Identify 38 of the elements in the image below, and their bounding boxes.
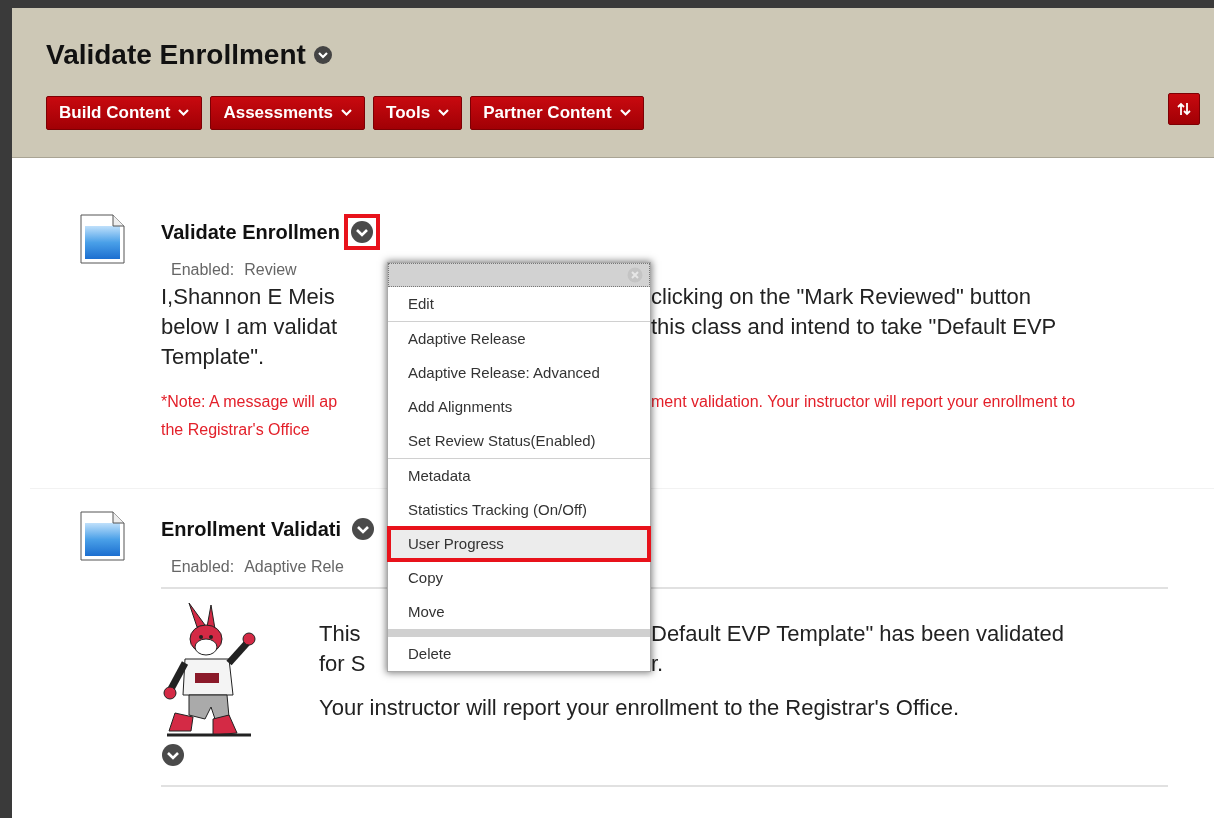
- caret-icon: [178, 108, 190, 117]
- item-menu-button[interactable]: [343, 214, 380, 250]
- sort-button[interactable]: [1168, 92, 1200, 125]
- item-title[interactable]: Validate Enrollmen: [161, 217, 340, 247]
- chevron-down-icon: [351, 517, 376, 541]
- status-label: Enabled:: [171, 557, 235, 577]
- status-value: Adaptive Rele: [244, 557, 344, 577]
- body-text: clicking on the "Mark Reviewed" button: [651, 283, 1032, 311]
- body-text: below I am validat: [161, 313, 338, 341]
- chevron-down-icon: [349, 220, 374, 244]
- note-text: *Note: A message will ap: [161, 392, 338, 412]
- menu-item[interactable]: User Progress: [388, 527, 650, 561]
- body-text: for S: [319, 650, 366, 678]
- body-text: Template".: [161, 343, 265, 371]
- toolbar-menu-button[interactable]: Tools: [373, 95, 463, 130]
- caret-icon: [438, 108, 450, 117]
- body-text: Default EVP Template" has been validated: [651, 620, 1065, 648]
- document-icon: [80, 214, 125, 264]
- toolbar-menu-button[interactable]: Build Content: [46, 95, 203, 130]
- body-text: Your instructor will report your enrollment to the Registrar's Office.: [319, 694, 961, 722]
- body-text: this class and intend to take "Default EVP: [651, 313, 1057, 341]
- status-value: Review: [244, 260, 297, 280]
- status-label: Enabled:: [171, 260, 235, 280]
- sort-icon: [1177, 101, 1191, 116]
- toolbar-menu-button[interactable]: Partner Content: [470, 95, 644, 130]
- item-menu-icon[interactable]: [161, 743, 185, 767]
- toolbar-menu-button[interactable]: Assessments: [210, 95, 366, 130]
- caret-icon: [341, 108, 353, 117]
- chevron-down-icon[interactable]: [313, 45, 332, 64]
- item-title[interactable]: Enrollment Validati: [161, 514, 342, 544]
- body-text: This: [319, 620, 361, 648]
- body-text: I,Shannon E Meis: [161, 283, 335, 311]
- caret-icon: [619, 108, 631, 117]
- note-text: the Registrar's Office: [161, 420, 310, 440]
- note-text: ment validation. Your instructor will report your enrollment to: [651, 392, 1076, 412]
- body-text: r.: [651, 650, 664, 678]
- page-title: Validate Enrollment: [46, 38, 306, 72]
- document-icon: [80, 511, 125, 561]
